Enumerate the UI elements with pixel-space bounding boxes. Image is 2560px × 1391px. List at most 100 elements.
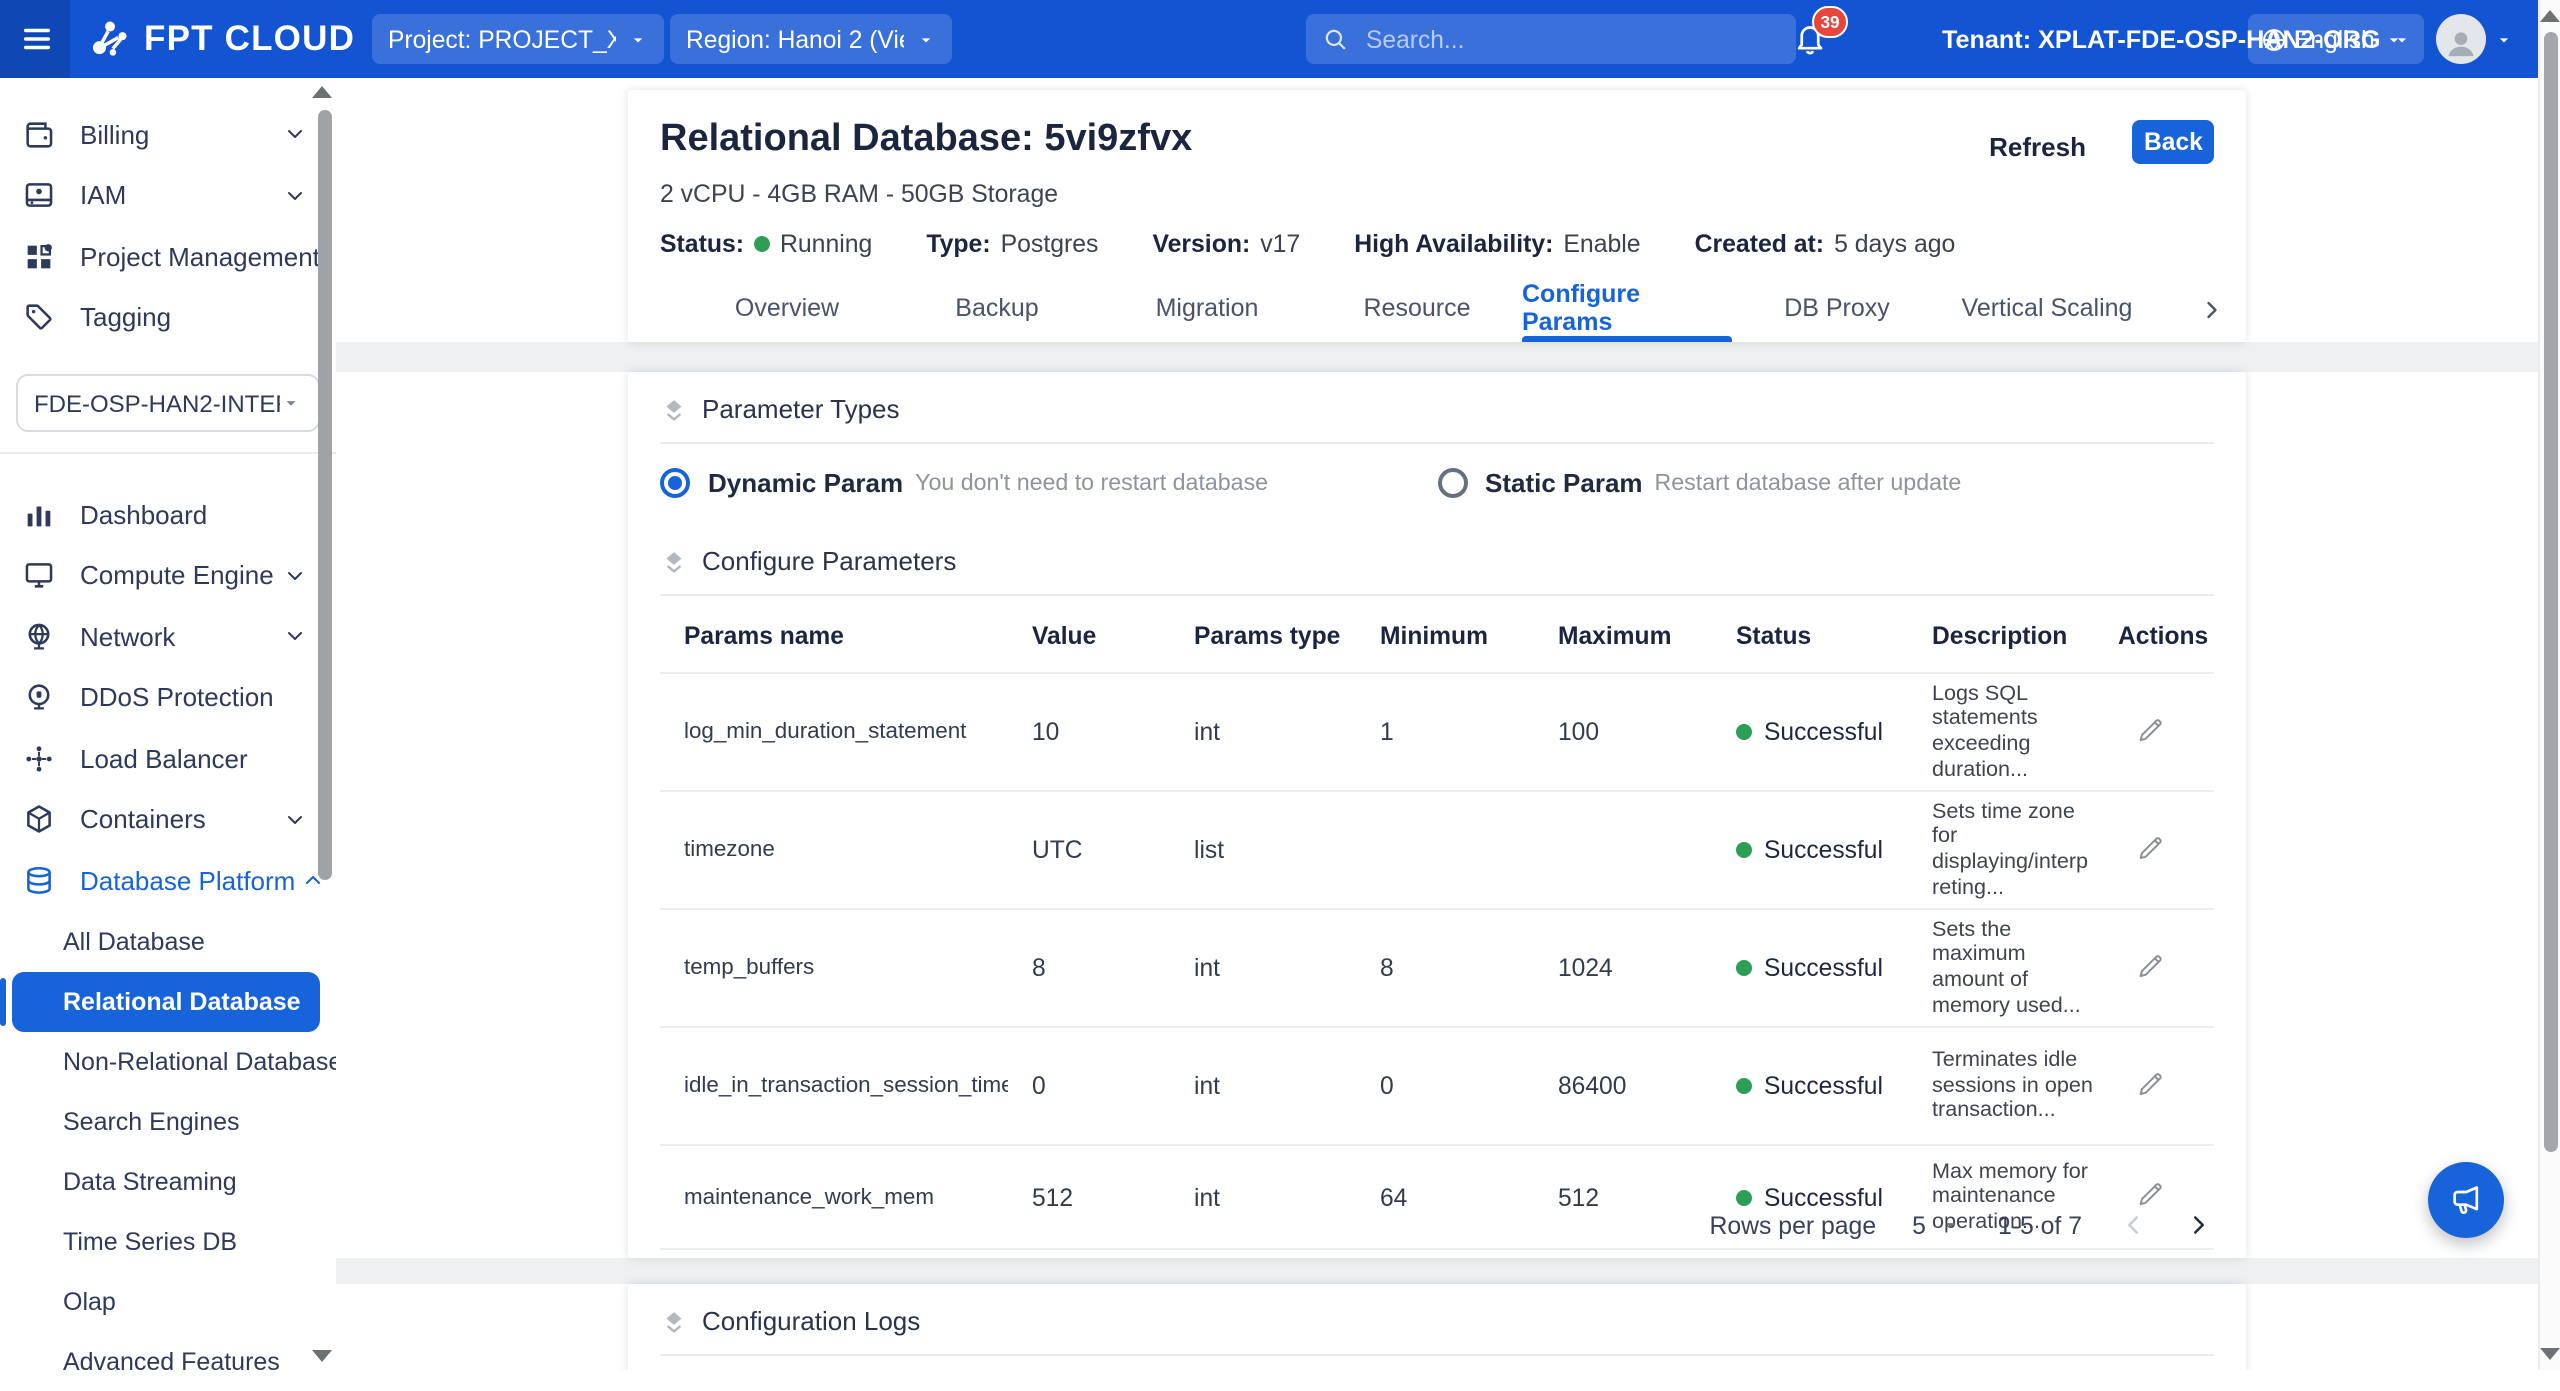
- edit-pencil-icon[interactable]: [2134, 713, 2166, 745]
- meta-value: v17: [1260, 230, 1300, 258]
- sidebar-scroll-down-arrow[interactable]: [311, 1349, 331, 1361]
- sidebar-item[interactable]: Billing: [0, 104, 335, 165]
- sidebar-item[interactable]: Network: [0, 606, 335, 667]
- sidebar-item-label: Containers: [80, 805, 277, 835]
- rows-per-page-select[interactable]: 5: [1912, 1211, 1962, 1239]
- sidebar-subitem-label: Time Series DB: [63, 1227, 237, 1255]
- sidebar-scrollbar-thumb[interactable]: [317, 110, 331, 880]
- radio-icon[interactable]: [660, 468, 690, 498]
- sidebar-item[interactable]: Load Balancer: [0, 728, 335, 789]
- param-type-option[interactable]: Static Param Restart database after upda…: [1437, 468, 2214, 498]
- sidebar-scroll-up-arrow[interactable]: [311, 86, 331, 98]
- status-dot-icon: [754, 236, 770, 252]
- tab[interactable]: Migration: [1102, 275, 1312, 341]
- tab[interactable]: Backup: [892, 275, 1102, 341]
- param-value-cell: 0: [1008, 1072, 1170, 1100]
- nodes-icon: [22, 742, 56, 776]
- edit-pencil-icon[interactable]: [2134, 1178, 2166, 1210]
- sidebar-subitem[interactable]: Non-Relational Database: [0, 1031, 335, 1091]
- param-name-cell: log_min_duration_statement: [660, 720, 1008, 744]
- refresh-button[interactable]: Refresh: [1977, 130, 2098, 164]
- sidebar-item[interactable]: Compute Engine: [0, 545, 335, 606]
- param-status-cell: Successful: [1712, 954, 1908, 982]
- sidebar-item[interactable]: Tagging: [0, 287, 335, 348]
- column-header: Description: [1908, 622, 2094, 650]
- edit-pencil-icon[interactable]: [2134, 1067, 2166, 1099]
- sidebar-item-label: DDoS Protection: [80, 683, 277, 713]
- configure-parameters-header: Configure Parameters: [628, 524, 2246, 576]
- sidebar-item[interactable]: Containers: [0, 789, 335, 850]
- global-search[interactable]: [1306, 14, 1796, 64]
- param-max-cell: 512: [1534, 1183, 1712, 1211]
- top-navbar: FPT CLOUD Project: PROJECT_XPL... Region…: [0, 0, 2540, 78]
- sidebar-subitem[interactable]: Olap: [0, 1271, 335, 1331]
- param-description-cell: Logs SQL statements exceeding duration..…: [1908, 682, 2094, 782]
- back-button[interactable]: Back: [2132, 120, 2214, 164]
- project-dropdown[interactable]: Project: PROJECT_XPL...: [372, 14, 664, 64]
- scroll-up-arrow[interactable]: [2540, 10, 2560, 22]
- chevron-down-icon: [277, 808, 311, 832]
- sidebar-subitem[interactable]: Data Streaming: [0, 1151, 335, 1211]
- sidebar-subitem[interactable]: Relational Database: [11, 971, 319, 1031]
- configuration-logs-card: Configuration Logs: [628, 1284, 2246, 1369]
- sidebar-item[interactable]: Project Management: [0, 226, 335, 287]
- next-page-icon[interactable]: [2184, 1210, 2214, 1240]
- meta-field: High Availability: Enable: [1354, 230, 1640, 258]
- param-min-cell: 0: [1356, 1072, 1534, 1100]
- tab[interactable]: Vertical Scaling: [1942, 275, 2152, 341]
- fpt-cloud-logo[interactable]: FPT CLOUD: [88, 16, 355, 62]
- sidebar-subitem[interactable]: All Database: [0, 911, 335, 971]
- hamburger-menu-icon[interactable]: [20, 22, 54, 56]
- search-icon: [1322, 26, 1348, 52]
- param-max-cell: 86400: [1534, 1072, 1712, 1100]
- chevron-down-icon: [277, 564, 311, 588]
- region-dropdown[interactable]: Region: Hanoi 2 (Viet...: [670, 14, 952, 64]
- param-name-cell: timezone: [660, 838, 1008, 862]
- chevron-down-icon: [277, 625, 311, 649]
- table-pagination: Rows per page 5 1-5 of 7: [1709, 1210, 2214, 1240]
- previous-page-icon[interactable]: [2118, 1210, 2148, 1240]
- sidebar-subitem[interactable]: Time Series DB: [0, 1211, 335, 1271]
- database-icon: [22, 864, 56, 898]
- scroll-down-arrow[interactable]: [2540, 1347, 2560, 1359]
- page-scrollbar-thumb[interactable]: [2544, 32, 2558, 1152]
- tab[interactable]: DB Proxy: [1732, 275, 1942, 341]
- tab-label: Backup: [955, 294, 1038, 322]
- sidebar-item[interactable]: DDoS Protection: [0, 667, 335, 728]
- edit-pencil-icon[interactable]: [2134, 949, 2166, 981]
- caret-down-icon: [628, 29, 648, 49]
- meta-label: Version:: [1152, 230, 1250, 258]
- page-scrollbar[interactable]: [2538, 0, 2560, 1369]
- param-actions-cell: [2094, 1067, 2214, 1105]
- sidebar-item[interactable]: IAM: [0, 165, 335, 226]
- user-menu[interactable]: [2436, 14, 2514, 64]
- sidebar-item[interactable]: Database Platform: [0, 850, 335, 911]
- announcement-fab[interactable]: [2428, 1162, 2504, 1238]
- param-type-cell: int: [1170, 954, 1356, 982]
- tab[interactable]: Resource: [1312, 275, 1522, 341]
- tab[interactable]: Overview: [682, 275, 892, 341]
- sidebar-subitem[interactable]: Advanced Features: [0, 1331, 335, 1391]
- param-max-cell: 1024: [1534, 954, 1712, 982]
- sidebar-subitem[interactable]: Search Engines: [0, 1091, 335, 1151]
- tab[interactable]: Configure Params: [1522, 275, 1732, 341]
- scope-select[interactable]: FDE-OSP-HAN2-INTERNA...: [16, 374, 319, 432]
- chevron-down-icon: [277, 123, 311, 147]
- param-type-option[interactable]: Dynamic Param You don't need to restart …: [660, 468, 1437, 498]
- param-type-cell: list: [1170, 836, 1356, 864]
- caret-down-icon: [916, 29, 936, 49]
- search-input[interactable]: [1362, 23, 1780, 55]
- megaphone-icon: [2446, 1180, 2486, 1220]
- param-value-cell: 8: [1008, 954, 1170, 982]
- language-dropdown[interactable]: English: [2248, 14, 2424, 64]
- status-text: Successful: [1764, 1072, 1883, 1100]
- avatar: [2436, 14, 2486, 64]
- tab-label: DB Proxy: [1784, 294, 1890, 322]
- rows-per-page-label: Rows per page: [1709, 1211, 1876, 1239]
- tabs-scroll-right-icon[interactable]: [2198, 295, 2226, 323]
- radio-icon[interactable]: [1437, 468, 1467, 498]
- edit-pencil-icon[interactable]: [2134, 831, 2166, 863]
- caret-down-icon: [2494, 29, 2514, 49]
- sidebar-item[interactable]: Dashboard: [0, 484, 335, 545]
- table-body: log_min_duration_statement 10 int 1 100 …: [660, 672, 2214, 1250]
